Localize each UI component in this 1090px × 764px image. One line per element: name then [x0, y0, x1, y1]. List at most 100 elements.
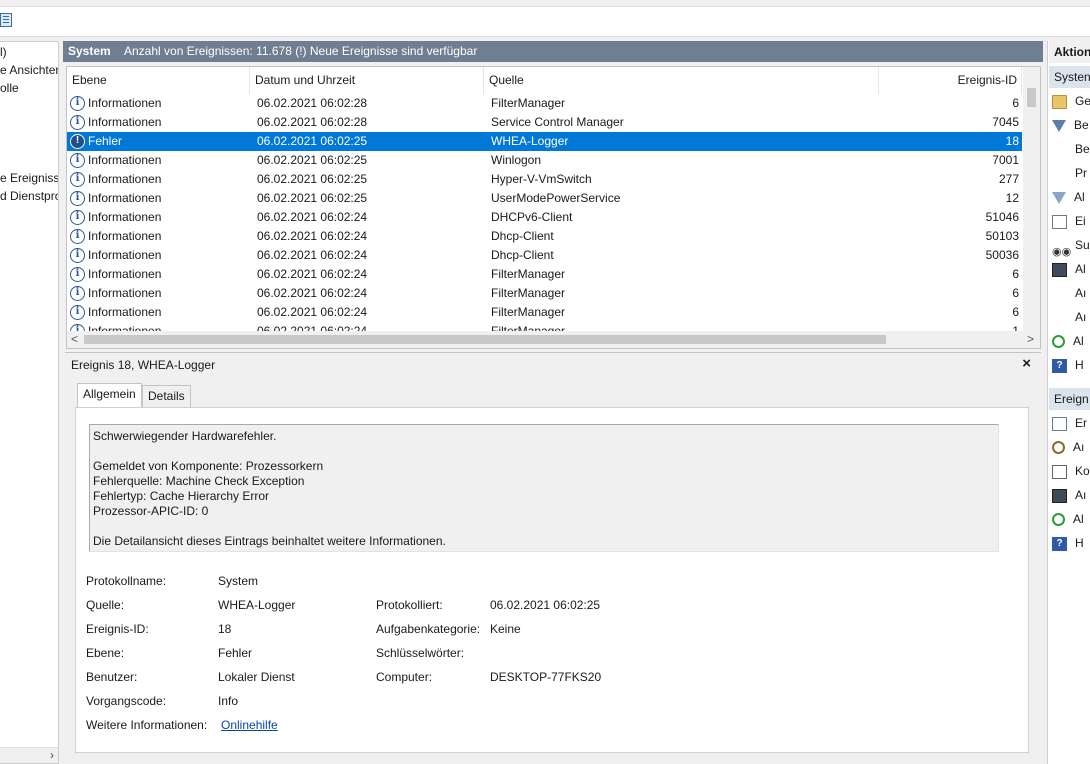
table-row[interactable]: i Informationen 06.02.2021 06:02:24 Dhcp-Cl…: [67, 246, 1022, 265]
tree-item-app-service-logs[interactable]: d Dienstpro: [0, 189, 58, 203]
vertical-scroll-thumb[interactable]: [1027, 88, 1036, 107]
level-cell: iInformationen: [70, 189, 248, 208]
action-item[interactable]: Al: [1052, 185, 1085, 209]
event-message[interactable]: Schwerwiegender Hardwarefehler. Gemeldet…: [89, 424, 999, 552]
scroll-right-arrow[interactable]: ›: [50, 748, 54, 762]
source-label: Quelle:: [86, 598, 125, 612]
column-header-datetime[interactable]: Datum und Uhrzeit: [250, 67, 484, 94]
source-cell: FilterManager: [491, 286, 566, 300]
action-item[interactable]: Ei: [1052, 209, 1086, 233]
table-row-selected[interactable]: ! Fehler 06.02.2021 06:02:25 WHEA-Logger 18: [67, 132, 1022, 151]
event-id-cell: 6: [1012, 286, 1019, 300]
more-info-label: Weitere Informationen:: [86, 718, 208, 732]
info-icon: i: [70, 153, 85, 169]
action-label: Ei: [1075, 214, 1086, 228]
action-item[interactable]: ? H: [1052, 353, 1084, 377]
computer-value: DESKTOP-77FKS20: [490, 670, 602, 684]
column-header-source[interactable]: Quelle: [484, 67, 879, 94]
action-item[interactable]: Aı: [1052, 435, 1084, 459]
action-item[interactable]: Aı: [1052, 305, 1086, 329]
source-cell: FilterManager: [491, 305, 566, 319]
error-icon: !: [70, 134, 85, 150]
level-label: Ebene:: [86, 646, 125, 660]
info-icon: i: [70, 267, 85, 283]
action-label: H: [1075, 358, 1084, 372]
action-label: Aı: [1075, 488, 1087, 502]
tree-item-logs[interactable]: olle: [0, 81, 19, 95]
horizontal-scroll-thumb[interactable]: [84, 335, 886, 344]
action-label: Al: [1075, 262, 1086, 276]
scroll-right-arrow[interactable]: >: [1027, 331, 1034, 348]
action-item[interactable]: Ge: [1052, 89, 1090, 113]
table-row[interactable]: i Informationen 06.02.2021 06:02:25 UserMod…: [67, 189, 1022, 208]
info-icon: i: [70, 96, 85, 112]
action-item[interactable]: Er: [1052, 411, 1087, 435]
datetime-cell: 06.02.2021 06:02:24: [257, 286, 368, 300]
action-item[interactable]: Ko: [1052, 459, 1090, 483]
tree-horizontal-scrollbar[interactable]: ›: [0, 747, 58, 763]
scroll-left-arrow[interactable]: <: [71, 331, 78, 348]
event-id-cell: 277: [998, 172, 1019, 186]
action-item[interactable]: Pr: [1052, 161, 1087, 185]
event-id-label: Ereignis-ID:: [86, 622, 149, 636]
action-label: Be: [1074, 118, 1089, 132]
event-list[interactable]: Ebene Datum und Uhrzeit Quelle Ereignis-…: [66, 66, 1041, 349]
info-icon: i: [70, 229, 85, 245]
tree-item[interactable]: l): [0, 45, 7, 59]
event-list-horizontal-scrollbar[interactable]: < >: [67, 331, 1040, 348]
tab-general[interactable]: Allgemein: [77, 383, 142, 408]
table-row[interactable]: iInformationen 06.02.2021 06:02:24 FilterM…: [67, 284, 1022, 303]
table-row[interactable]: iInformationen 06.02.2021 06:02:24 FilterM…: [67, 303, 1022, 322]
table-row[interactable]: iInformationen 06.02.2021 06:02:24 FilterM…: [67, 265, 1022, 284]
log-name-value: System: [218, 574, 259, 588]
info-icon: i: [70, 286, 85, 302]
action-label: Pr: [1075, 166, 1087, 180]
action-item[interactable]: Be: [1052, 137, 1090, 161]
filter-icon: [1052, 119, 1066, 132]
table-row[interactable]: i Informationen 06.02.2021 06:02:28 Service…: [67, 113, 1022, 132]
table-row[interactable]: i Informationen 06.02.2021 06:02:25 Hyper-V…: [67, 170, 1022, 189]
level-text: Informationen: [88, 191, 162, 205]
action-item[interactable]: Be: [1052, 113, 1089, 137]
console-icon[interactable]: [0, 13, 12, 27]
close-icon[interactable]: ×: [1022, 355, 1031, 372]
table-row[interactable]: i Informationen 06.02.2021 06:02:25 Winlogo…: [67, 151, 1022, 170]
find-icon: ◉◉: [1052, 245, 1072, 258]
action-label: Al: [1074, 190, 1085, 204]
table-row[interactable]: i Informationen 06.02.2021 06:02:28 FilterM…: [67, 94, 1022, 113]
action-item[interactable]: Al: [1052, 329, 1084, 353]
task-category-label: Aufgabenkategorie:: [376, 622, 481, 636]
action-item[interactable]: Aı: [1052, 483, 1086, 507]
table-row[interactable]: i Informationen 06.02.2021 06:02:24 DHCPv6-…: [67, 208, 1022, 227]
actions-section-log[interactable]: Systen: [1049, 66, 1090, 88]
tab-details[interactable]: Details: [142, 385, 191, 407]
column-header-level[interactable]: Ebene: [67, 67, 250, 94]
event-list-vertical-scrollbar[interactable]: [1023, 67, 1040, 333]
level-cell: iInformationen: [70, 227, 248, 246]
action-item[interactable]: ◉◉ Su: [1052, 233, 1090, 258]
level-cell: iInformationen: [70, 284, 248, 303]
datetime-cell: 06.02.2021 06:02:25: [257, 153, 368, 167]
action-item[interactable]: Al: [1052, 257, 1086, 281]
datetime-cell: 06.02.2021 06:02:24: [257, 229, 368, 243]
action-label: H: [1075, 536, 1084, 550]
action-label: Ge: [1075, 94, 1090, 108]
table-row[interactable]: i Informationen 06.02.2021 06:02:24 Dhcp-Cl…: [67, 227, 1022, 246]
action-label: Er: [1075, 416, 1087, 430]
level-text: Informationen: [88, 286, 162, 300]
general-tab-body: Schwerwiegender Hardwarefehler. Gemeldet…: [75, 407, 1029, 753]
level-cell: iInformationen: [70, 94, 248, 113]
level-cell: iInformationen: [70, 246, 248, 265]
actions-section-event[interactable]: Ereign: [1049, 388, 1090, 410]
action-item[interactable]: Al: [1052, 507, 1084, 531]
action-item[interactable]: ? H: [1052, 531, 1084, 555]
tree-item-custom-views[interactable]: e Ansichter: [0, 63, 58, 77]
event-id-cell: 12: [1005, 191, 1019, 205]
actions-pane: Aktion Systen Ge Be Be Pr Al Ei ◉◉ Su Al Aı Aı Al? H…: [1047, 41, 1090, 764]
column-header-event-id[interactable]: Ereignis-ID: [879, 67, 1022, 94]
source-cell: Winlogon: [491, 153, 542, 167]
action-item[interactable]: Aı: [1052, 281, 1086, 305]
tree-item-subscribed-events[interactable]: e Ereignisse: [0, 171, 58, 185]
source-cell: Hyper-V-VmSwitch: [491, 172, 592, 186]
online-help-link[interactable]: Onlinehilfe: [221, 718, 278, 732]
